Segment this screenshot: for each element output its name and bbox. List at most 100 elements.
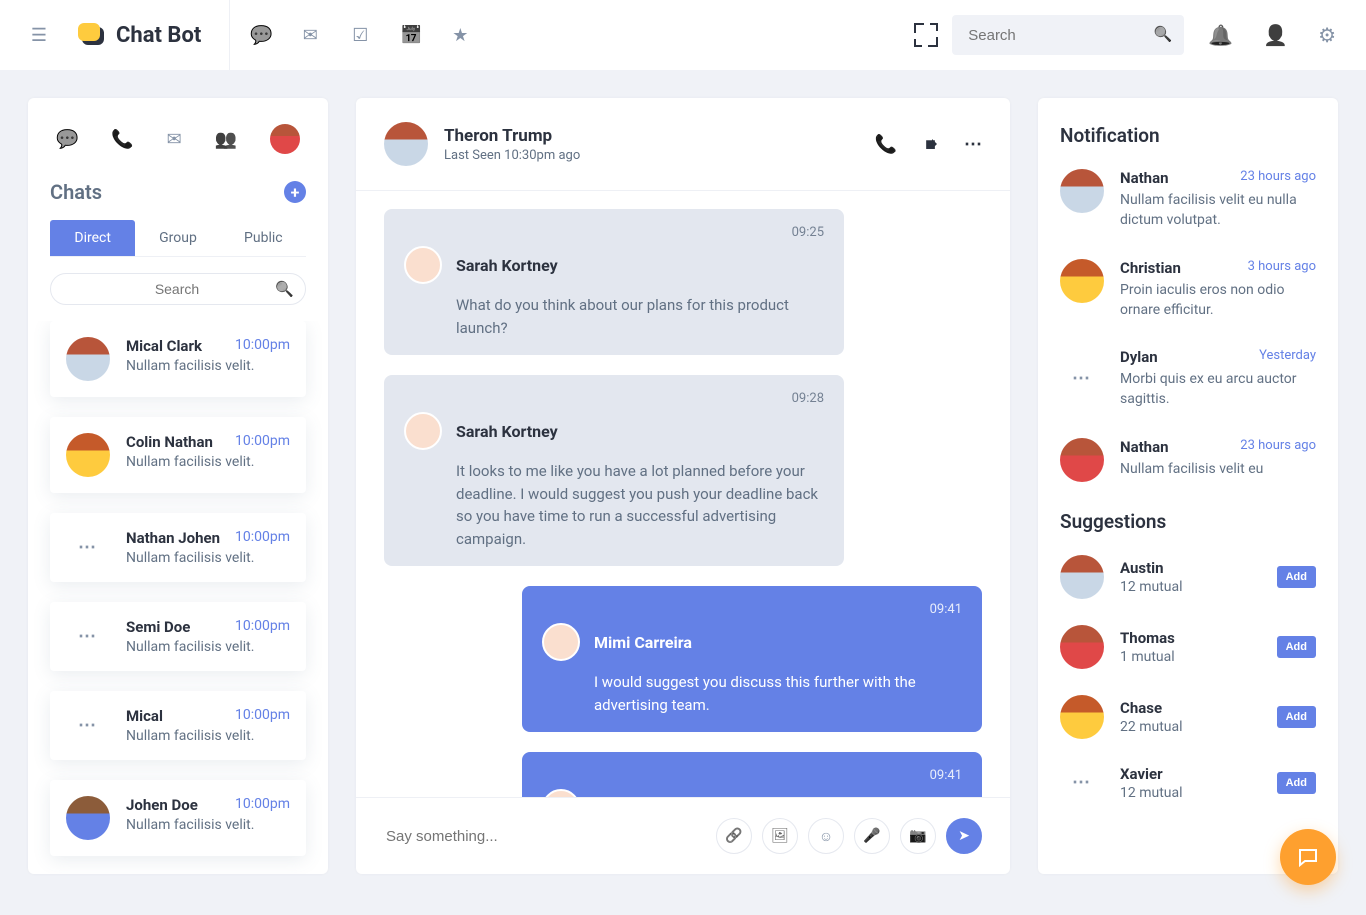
- message-time: 09:41: [542, 602, 962, 617]
- suggestion-name: Austin: [1120, 559, 1261, 577]
- contact-name: Mical Clark: [126, 337, 202, 355]
- global-search: [952, 15, 1184, 55]
- voice-record-button[interactable]: [854, 818, 890, 854]
- suggestion-item: ⋯Xavier12 mutualAdd: [1060, 765, 1316, 801]
- tasks-icon[interactable]: [350, 25, 370, 46]
- message-incoming: 09:25Sarah KortneyWhat do you think abou…: [384, 209, 844, 355]
- no-avatar-icon: ⋯: [66, 626, 110, 647]
- contact-name: Johen Doe: [126, 796, 198, 814]
- attach-link-button[interactable]: [716, 818, 752, 854]
- add-suggestion-button[interactable]: Add: [1277, 636, 1316, 658]
- contact-preview: Nullam facilisis velit.: [126, 358, 290, 374]
- suggestion-mutual: 12 mutual: [1120, 579, 1261, 595]
- menu-toggle-button[interactable]: ☰: [24, 25, 54, 46]
- chat-type-messages-icon[interactable]: [56, 129, 78, 150]
- chat-list-item[interactable]: Johen Doe10:00pmNullam facilisis velit.: [50, 780, 306, 856]
- contact-time: 10:00pm: [235, 529, 290, 547]
- chats-heading: Chats: [50, 180, 102, 204]
- notification-name: Dylan: [1120, 348, 1158, 366]
- notification-list: Nathan 23 hours ago Nullam facilisis velit…: [1060, 169, 1316, 482]
- divider: [229, 0, 230, 70]
- suggestion-avatar: [1060, 555, 1104, 599]
- message-input[interactable]: [384, 827, 706, 846]
- notification-text: Nullam facilisis velit eu nulla dictum v…: [1120, 190, 1316, 231]
- tab-public[interactable]: Public: [221, 220, 306, 256]
- message-time: 09:25: [404, 225, 824, 240]
- notification-time: 23 hours ago: [1240, 438, 1316, 456]
- chat-list-item[interactable]: ⋯Mical10:00pmNullam facilisis velit.: [50, 691, 306, 760]
- support-chat-fab[interactable]: [1280, 829, 1336, 885]
- message-list: 09:25Sarah KortneyWhat do you think abou…: [356, 191, 1010, 797]
- video-call-icon[interactable]: [925, 134, 936, 155]
- conversation-more-icon[interactable]: [964, 134, 982, 155]
- contact-preview: Nullam facilisis velit.: [126, 454, 290, 470]
- brand[interactable]: Chat Bot: [78, 23, 201, 48]
- fullscreen-icon[interactable]: [914, 23, 938, 47]
- message-avatar: [542, 789, 580, 797]
- chat-type-calls-icon[interactable]: [111, 129, 133, 150]
- conversation-avatar[interactable]: [384, 122, 428, 166]
- tab-group[interactable]: Group: [135, 220, 220, 256]
- current-user-avatar[interactable]: [270, 124, 300, 154]
- notification-text: Nullam facilisis velit eu: [1120, 459, 1316, 479]
- suggestion-name: Chase: [1120, 699, 1261, 717]
- contact-preview: Nullam facilisis velit.: [126, 550, 290, 566]
- chat-icon[interactable]: [250, 25, 270, 46]
- chat-type-mail-icon[interactable]: [167, 129, 182, 150]
- suggestion-item: Thomas1 mutualAdd: [1060, 625, 1316, 669]
- notifications-icon[interactable]: [1208, 23, 1233, 47]
- chat-list-item[interactable]: Colin Nathan10:00pmNullam facilisis veli…: [50, 417, 306, 493]
- notification-avatar: [1060, 169, 1104, 213]
- message-avatar: [404, 246, 442, 284]
- suggestion-mutual: 1 mutual: [1120, 649, 1261, 665]
- info-panel: Notification Nathan23 hours agoNullam fa…: [1038, 98, 1338, 874]
- message-time: 09:41: [542, 768, 962, 783]
- notification-item[interactable]: Christian3 hours agoProin iaculis eros n…: [1060, 259, 1316, 321]
- profile-icon[interactable]: [1263, 23, 1288, 47]
- add-suggestion-button[interactable]: Add: [1277, 706, 1316, 728]
- add-suggestion-button[interactable]: Add: [1277, 566, 1316, 588]
- chat-type-contacts-icon[interactable]: [215, 129, 237, 150]
- chat-list-item[interactable]: Mical Clark10:00pmNullam facilisis velit…: [50, 321, 306, 397]
- mic-icon: [863, 828, 880, 844]
- no-avatar-icon: ⋯: [66, 537, 110, 558]
- chat-list-item[interactable]: ⋯Nathan Johen10:00pmNullam facilisis vel…: [50, 513, 306, 582]
- chat-list-item[interactable]: ⋯Semi Doe10:00pmNullam facilisis velit.: [50, 602, 306, 671]
- top-bar: ☰ Chat Bot: [0, 0, 1366, 70]
- notification-time: 3 hours ago: [1248, 259, 1316, 277]
- chat-search-input[interactable]: [50, 273, 306, 305]
- new-chat-button[interactable]: +: [284, 181, 306, 203]
- calendar-icon[interactable]: [400, 25, 420, 46]
- contact-time: 10:00pm: [235, 707, 290, 725]
- message-outgoing: 09:41Mimi CarreiraI would suggest you di…: [522, 586, 982, 732]
- voice-call-icon[interactable]: [875, 134, 897, 155]
- global-search-input[interactable]: [952, 15, 1184, 55]
- suggestion-item: Austin 12 mutual Add: [1060, 555, 1316, 599]
- tab-direct[interactable]: Direct: [50, 220, 135, 256]
- favorites-icon[interactable]: [450, 25, 470, 46]
- camera-button[interactable]: [900, 818, 936, 854]
- notification-name: Nathan: [1120, 438, 1169, 456]
- message-avatar: [542, 623, 580, 661]
- message-time: 09:28: [404, 391, 824, 406]
- search-icon[interactable]: [275, 280, 294, 298]
- chat-list: Mical Clark 10:00pm Nullam facilisis velit…: [28, 321, 328, 874]
- emoji-button[interactable]: [808, 818, 844, 854]
- contact-time: 10:00pm: [235, 433, 290, 451]
- notification-item[interactable]: ⋯DylanYesterdayMorbi quis ex eu arcu auc…: [1060, 348, 1316, 410]
- image-icon: [771, 828, 789, 844]
- search-icon[interactable]: [1154, 25, 1173, 43]
- notification-item[interactable]: Nathan 23 hours ago Nullam facilisis velit…: [1060, 438, 1316, 482]
- send-button[interactable]: [946, 818, 982, 854]
- attach-image-button[interactable]: [762, 818, 798, 854]
- mail-icon[interactable]: [300, 25, 320, 46]
- settings-icon[interactable]: [1318, 23, 1336, 47]
- message-text: What do you think about our plans for th…: [456, 294, 824, 339]
- camera-icon: [909, 828, 926, 844]
- brand-logo-icon: [78, 23, 106, 47]
- notification-time: 23 hours ago: [1240, 169, 1316, 187]
- no-avatar-icon: ⋯: [1060, 772, 1104, 793]
- conversation-panel: Theron Trump Last Seen 10:30pm ago 09:25…: [356, 98, 1010, 874]
- notification-item[interactable]: Nathan23 hours agoNullam facilisis velit…: [1060, 169, 1316, 231]
- add-suggestion-button[interactable]: Add: [1277, 772, 1316, 794]
